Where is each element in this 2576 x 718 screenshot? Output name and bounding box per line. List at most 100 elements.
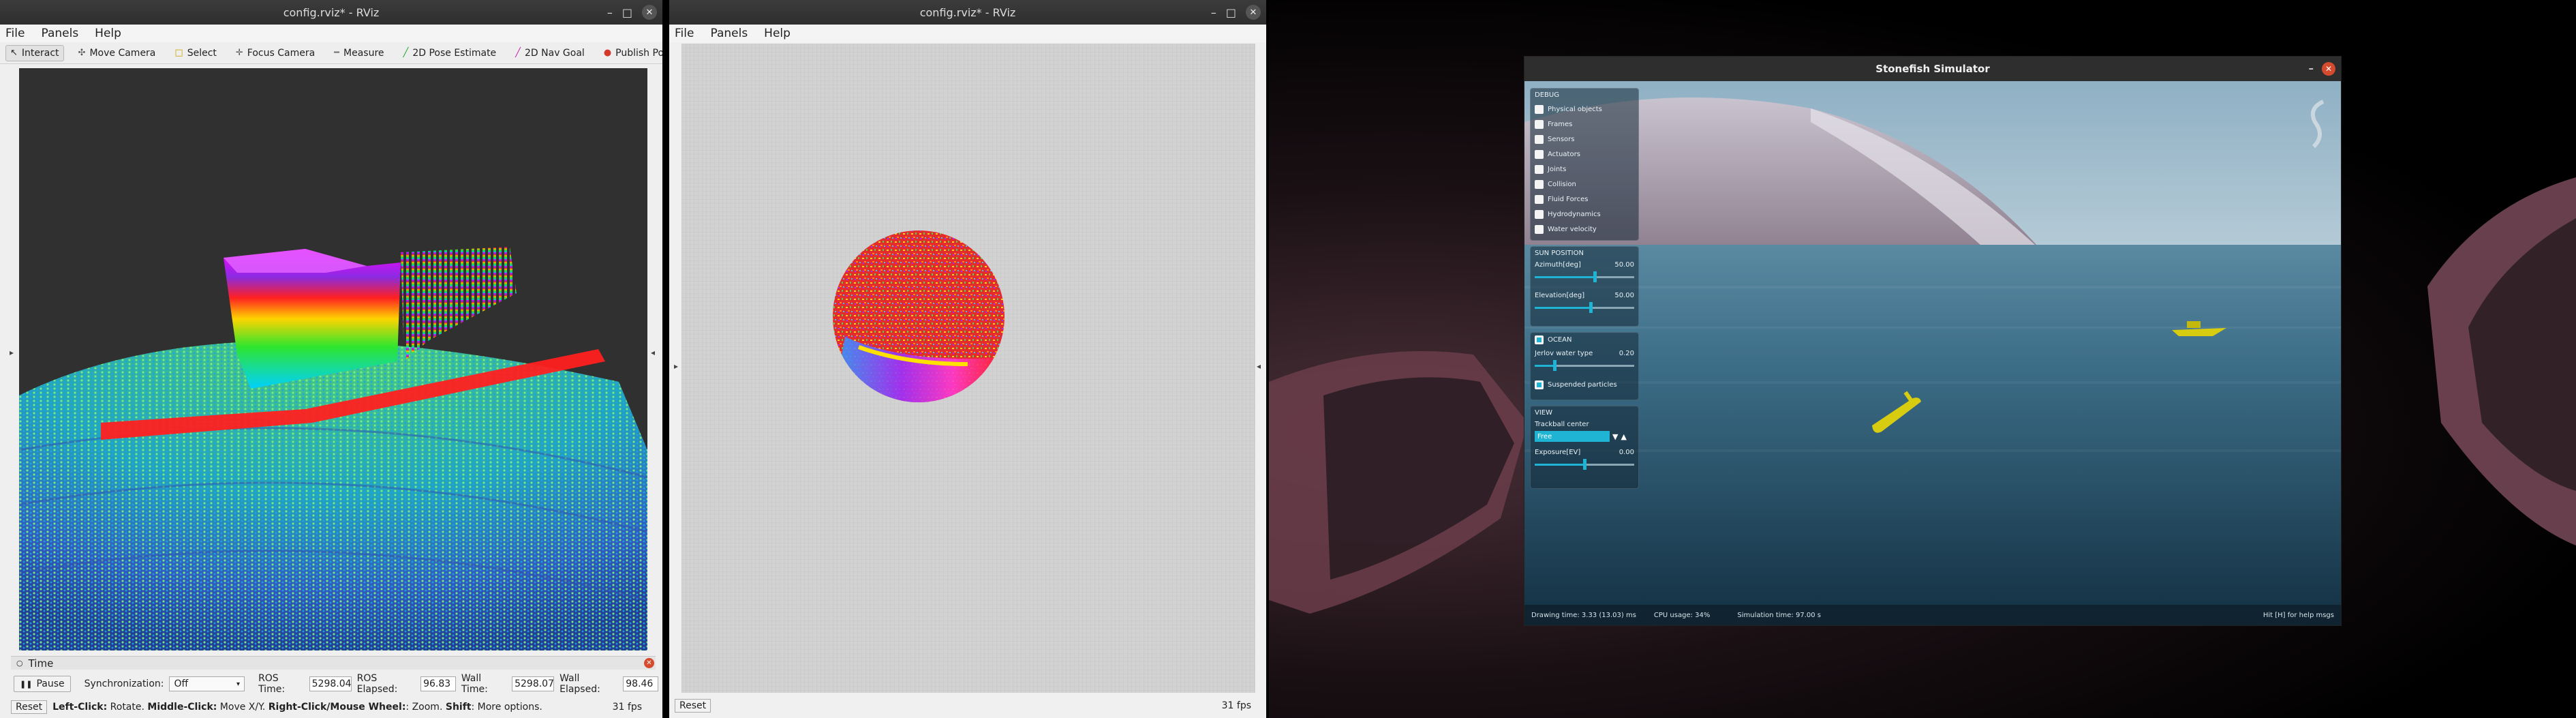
checkbox-icon (1535, 179, 1544, 189)
wall-time-field[interactable]: 5298.07 (512, 676, 555, 691)
view-section: VIEW Trackball center Free ▼ ▲ Exposure[… (1530, 406, 1639, 489)
menu-help[interactable]: Help (95, 27, 121, 40)
checkbox-icon (1535, 164, 1544, 174)
status-bar: Reset Left-Click: Rotate. Middle-Click: … (11, 698, 656, 716)
right-splitter-handle[interactable]: ◂ (1257, 361, 1261, 371)
reset-button[interactable]: Reset (675, 699, 711, 713)
debug-checkbox-collision[interactable]: Collision (1535, 177, 1634, 192)
chevron-down-icon[interactable]: ▼ (1612, 432, 1618, 441)
tool-focus-camera[interactable]: ✛ Focus Camera (231, 45, 320, 61)
tool-select[interactable]: □ Select (170, 45, 221, 61)
water-type-row: Jerlov water type 0.20 (1535, 350, 1634, 357)
simulator-status-bar: Drawing time: 3.33 (13.03) ms CPU usage:… (1524, 605, 2341, 625)
slider-handle[interactable] (1589, 302, 1593, 313)
panel-icon: ○ (16, 659, 23, 668)
time-panel-title: Time (28, 657, 54, 670)
debug-checkbox-sensors[interactable]: Sensors (1535, 132, 1634, 147)
menu-bar: File Panels Help (0, 25, 662, 42)
water-type-value: 0.20 (1619, 350, 1634, 357)
slider-handle[interactable] (1583, 459, 1586, 470)
wall-elapsed-field[interactable]: 98.46 (623, 676, 658, 691)
debug-checkbox-physical-objects[interactable]: Physical objects (1535, 102, 1634, 117)
checkbox-icon (1535, 209, 1544, 219)
water-type-slider[interactable] (1535, 360, 1634, 371)
map-pin-icon: ● (603, 48, 612, 58)
debug-checkbox-fluid-forces[interactable]: Fluid Forces (1535, 192, 1634, 207)
close-icon[interactable]: ✕ (1246, 5, 1261, 20)
checkbox-icon (1535, 104, 1544, 114)
minimize-icon[interactable]: – (2309, 62, 2314, 74)
drawing-time: Drawing time: 3.33 (13.03) ms (1531, 611, 1636, 619)
left-splitter-handle[interactable]: ▸ (10, 348, 14, 357)
menu-bar: File Panels Help (669, 25, 1266, 42)
right-splitter-handle[interactable]: ◂ (651, 348, 655, 357)
slider-handle[interactable] (1553, 360, 1557, 371)
stonefish-window: Stonefish Simulator – ✕ DEBUG Physical o… (1524, 56, 2342, 626)
elevation-value: 50.00 (1614, 292, 1634, 299)
window-titlebar[interactable]: config.rviz* - RViz – □ ✕ (669, 0, 1266, 25)
slider-handle[interactable] (1593, 271, 1597, 282)
menu-panels[interactable]: Panels (710, 27, 748, 40)
maximize-icon[interactable]: □ (1226, 6, 1236, 19)
elevation-slider[interactable] (1535, 302, 1634, 313)
tool-move-camera[interactable]: ✣ Move Camera (74, 45, 161, 61)
debug-checkbox-hydrodynamics[interactable]: Hydrodynamics (1535, 207, 1634, 222)
menu-file[interactable]: File (5, 27, 25, 40)
render-viewport[interactable] (681, 44, 1255, 693)
chevron-up-icon[interactable]: ▲ (1621, 432, 1626, 441)
tool-interact[interactable]: ↖ Interact (5, 44, 64, 61)
elevation-label: Elevation[deg] (1535, 292, 1585, 299)
render-viewport[interactable] (19, 68, 647, 650)
left-splitter-handle[interactable]: ▸ (674, 361, 678, 371)
menu-panels[interactable]: Panels (41, 27, 78, 40)
debug-checkbox-joints[interactable]: Joints (1535, 162, 1634, 177)
debug-checkbox-frames[interactable]: Frames (1535, 117, 1634, 132)
exposure-row: Exposure[EV] 0.00 (1535, 449, 1634, 456)
exposure-slider[interactable] (1535, 459, 1634, 470)
tool-2d-pose-estimate[interactable]: ╱ 2D Pose Estimate (399, 45, 502, 61)
pause-button[interactable]: ❚❚ Pause (14, 676, 71, 692)
trackball-label: Trackball center (1535, 421, 1589, 428)
suspended-particles-toggle[interactable]: Suspended particles (1535, 380, 1634, 389)
tool-2d-nav-goal[interactable]: ╱ 2D Nav Goal (510, 45, 589, 61)
window-titlebar[interactable]: Stonefish Simulator – ✕ (1524, 57, 2341, 81)
menu-file[interactable]: File (675, 27, 694, 40)
water-type-label: Jerlov water type (1535, 350, 1593, 357)
tool-measure[interactable]: ━ Measure (329, 45, 388, 61)
ros-elapsed-label: ROS Elapsed: (356, 673, 398, 695)
settings-panel: DEBUG Physical objects Frames Sensors Ac… (1530, 88, 1639, 489)
trackball-select[interactable]: Free ▼ ▲ (1535, 431, 1634, 442)
wall-time-label: Wall Time: (461, 673, 488, 695)
fps-counter: 31 fps (1221, 700, 1251, 711)
menu-help[interactable]: Help (764, 27, 791, 40)
close-icon[interactable]: ✕ (2322, 62, 2335, 76)
ros-time-label: ROS Time: (258, 673, 286, 695)
close-icon[interactable]: ✕ (642, 5, 657, 20)
azimuth-slider[interactable] (1535, 271, 1634, 282)
chevron-down-icon: ▾ (236, 680, 241, 688)
ros-time-field[interactable]: 5298.04 (309, 676, 352, 691)
ros-elapsed-field[interactable]: 96.83 (420, 676, 456, 691)
sync-label: Synchronization: (84, 678, 164, 689)
debug-checkbox-water-velocity[interactable]: Water velocity (1535, 222, 1634, 237)
ruler-icon: ━ (334, 48, 339, 58)
wall-elapsed-label: Wall Elapsed: (559, 673, 600, 695)
elevation-row: Elevation[deg] 50.00 (1535, 292, 1634, 299)
minimize-icon[interactable]: – (1211, 6, 1216, 19)
select-icon: □ (174, 48, 183, 58)
status-bar: Reset 31 fps (675, 697, 1261, 715)
ocean-toggle[interactable]: OCEAN (1535, 335, 1634, 344)
time-panel-header: ○ Time ✕ (11, 656, 656, 670)
debug-section: DEBUG Physical objects Frames Sensors Ac… (1530, 88, 1639, 241)
maximize-icon[interactable]: □ (622, 6, 632, 19)
checkbox-checked-icon (1535, 335, 1544, 344)
rviz-window-right: config.rviz* - RViz – □ ✕ File Panels He… (669, 0, 1266, 718)
panel-close-icon[interactable]: ✕ (644, 658, 654, 668)
tool-publish-point[interactable]: ●Publish Point (599, 45, 662, 61)
sync-select[interactable]: Off ▾ (169, 676, 245, 691)
sonar-image-render (681, 44, 1255, 693)
debug-checkbox-actuators[interactable]: Actuators (1535, 147, 1634, 162)
window-titlebar[interactable]: config.rviz* - RViz – □ ✕ (0, 0, 662, 25)
minimize-icon[interactable]: – (607, 6, 613, 19)
reset-button[interactable]: Reset (11, 700, 48, 714)
